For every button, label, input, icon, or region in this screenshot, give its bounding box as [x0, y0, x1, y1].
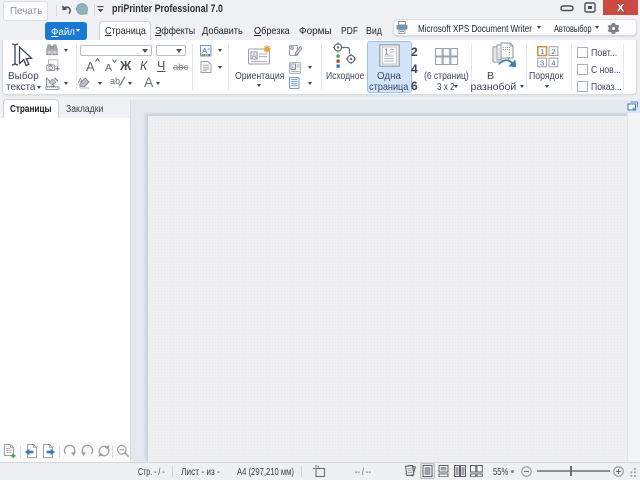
svg-text:A: A: [252, 53, 257, 60]
svg-text:1: 1: [540, 47, 544, 56]
svg-text:4: 4: [551, 58, 555, 67]
svg-text:A: A: [292, 64, 295, 69]
svg-text:1: 1: [384, 48, 389, 57]
svg-text:3: 3: [540, 58, 544, 67]
svg-text:А: А: [202, 46, 207, 55]
svg-text:X: X: [617, 3, 625, 15]
svg-text:2: 2: [551, 47, 555, 56]
